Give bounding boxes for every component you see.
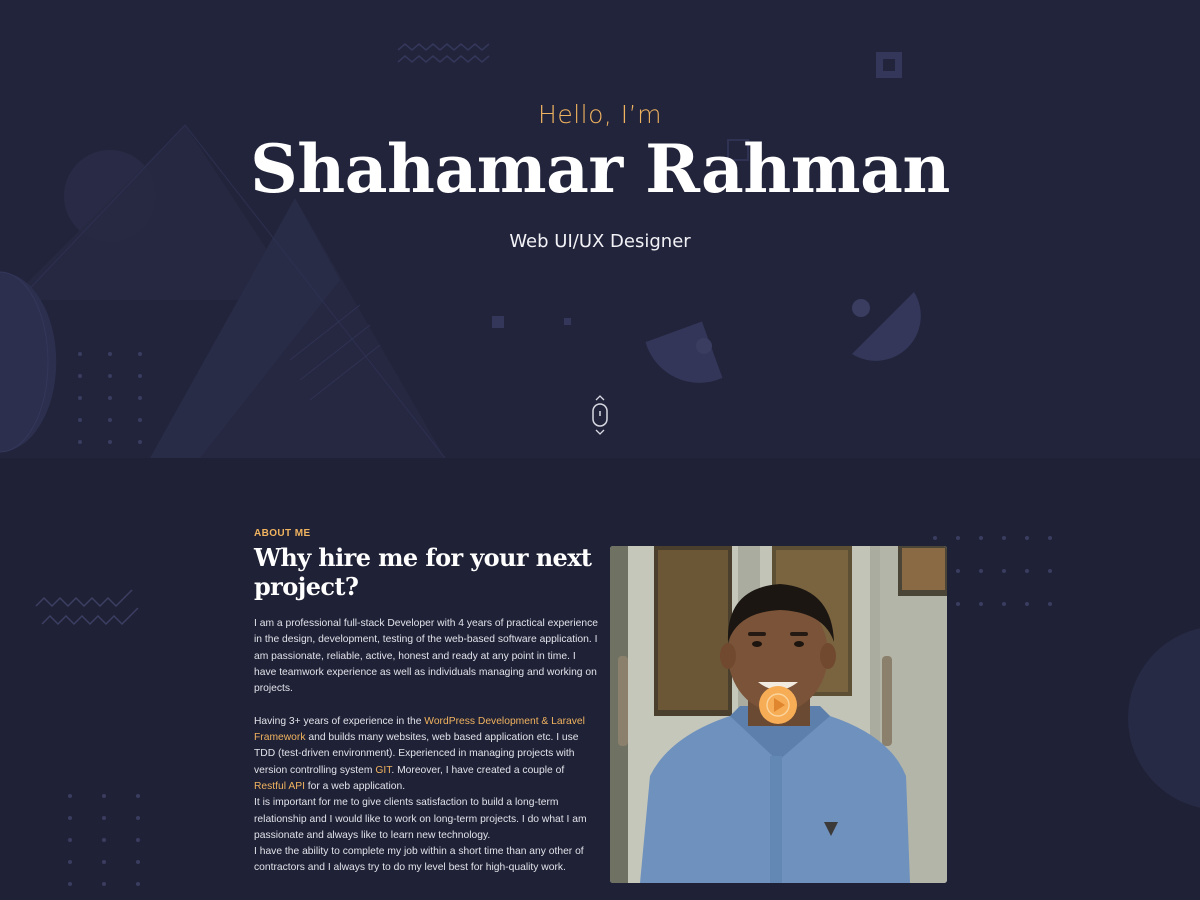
mouse-scroll-icon[interactable] (590, 394, 610, 436)
section-eyebrow: ABOUT ME (254, 528, 311, 539)
hero-section: Hello, I’m Shahamar Rahman Web UI/UX Des… (0, 0, 1200, 458)
hero-background-decoration (0, 43, 921, 458)
about-section: ABOUT ME Why hire me for your next proje… (0, 458, 1200, 900)
highlight-git: GIT (375, 764, 392, 776)
profile-photo (610, 546, 947, 883)
about-paragraph-3: It is important for me to give clients s… (254, 797, 587, 841)
greeting-text: Hello, I’m (538, 100, 662, 129)
hero-role: Web UI/UX Designer (509, 231, 691, 252)
play-icon[interactable] (759, 686, 797, 724)
about-title: Why hire me for your next project? (254, 543, 592, 601)
about-description: I am a professional full-stack Developer… (254, 616, 599, 877)
about-paragraph-2: Having 3+ years of experience in the Wor… (254, 715, 585, 792)
about-paragraph-4: I have the ability to complete my job wi… (254, 846, 584, 874)
about-background-decoration (35, 536, 1200, 886)
highlight-restful-api: Restful API (254, 780, 305, 792)
about-paragraph-1: I am a professional full-stack Developer… (254, 618, 598, 695)
hero-name: Shahamar Rahman (250, 130, 950, 208)
